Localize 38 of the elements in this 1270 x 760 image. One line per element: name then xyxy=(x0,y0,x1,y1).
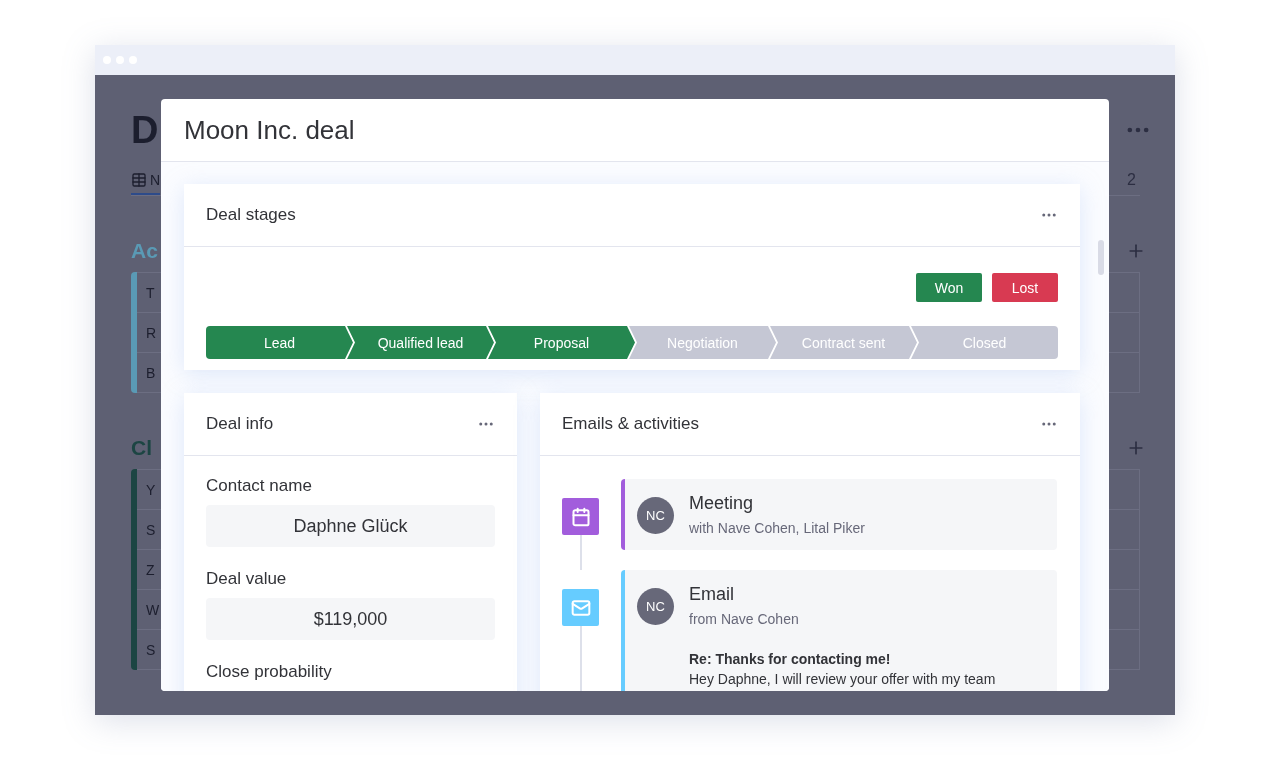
avatar: NC xyxy=(637,588,674,625)
row-text: Z xyxy=(146,561,155,578)
value-field[interactable]: $119,000 xyxy=(206,598,495,640)
row-text: T xyxy=(146,284,155,301)
table-icon xyxy=(131,172,147,188)
activity-subtitle: with Nave Cohen, Lital Piker xyxy=(689,520,865,536)
avatar: NC xyxy=(637,497,674,534)
card-title: Deal stages xyxy=(206,205,296,225)
email-body: Hey Daphne, I will review your offer with my team xyxy=(689,671,996,687)
won-button[interactable]: Won xyxy=(916,273,982,302)
activity-subtitle: from Nave Cohen xyxy=(689,611,800,627)
group-title: Ac xyxy=(131,239,158,263)
row-text: W xyxy=(146,601,160,618)
view-tab-label: N xyxy=(150,172,161,188)
stage-step[interactable]: Lead xyxy=(206,326,353,359)
activity-card[interactable]: NC Email from Nave Cohen Re: Thanks for contacting me! Hey Daphne, I will review your offer with my team xyxy=(621,570,1057,691)
row-text: B xyxy=(146,364,156,381)
field-label: Contact name xyxy=(206,476,313,496)
lost-button[interactable]: Lost xyxy=(992,273,1058,302)
modal-title: Moon Inc. deal xyxy=(184,114,355,146)
card-title: Deal info xyxy=(206,414,274,434)
stage-step[interactable]: Proposal xyxy=(488,326,635,359)
value-field[interactable]: Daphne Glück xyxy=(206,505,495,547)
board-title: D xyxy=(131,108,159,152)
card-title: Emails & activities xyxy=(562,414,699,434)
row-text: R xyxy=(146,324,157,341)
row-text: Y xyxy=(146,481,156,498)
activity-title: Meeting xyxy=(689,493,755,514)
row-text: S xyxy=(146,521,156,538)
email-subject: Re: Thanks for contacting me! xyxy=(689,651,892,667)
scrollbar[interactable] xyxy=(1098,240,1104,275)
group-title: Cl xyxy=(131,436,152,460)
activity-card[interactable]: NC Meeting with Nave Cohen, Lital Piker xyxy=(621,479,1057,550)
stage-step[interactable]: Qualified lead xyxy=(347,326,494,359)
activity-title: Email xyxy=(689,584,735,605)
row-text: S xyxy=(146,641,156,658)
field-label: Deal value xyxy=(206,569,288,589)
field-label: Close probability xyxy=(206,662,333,682)
